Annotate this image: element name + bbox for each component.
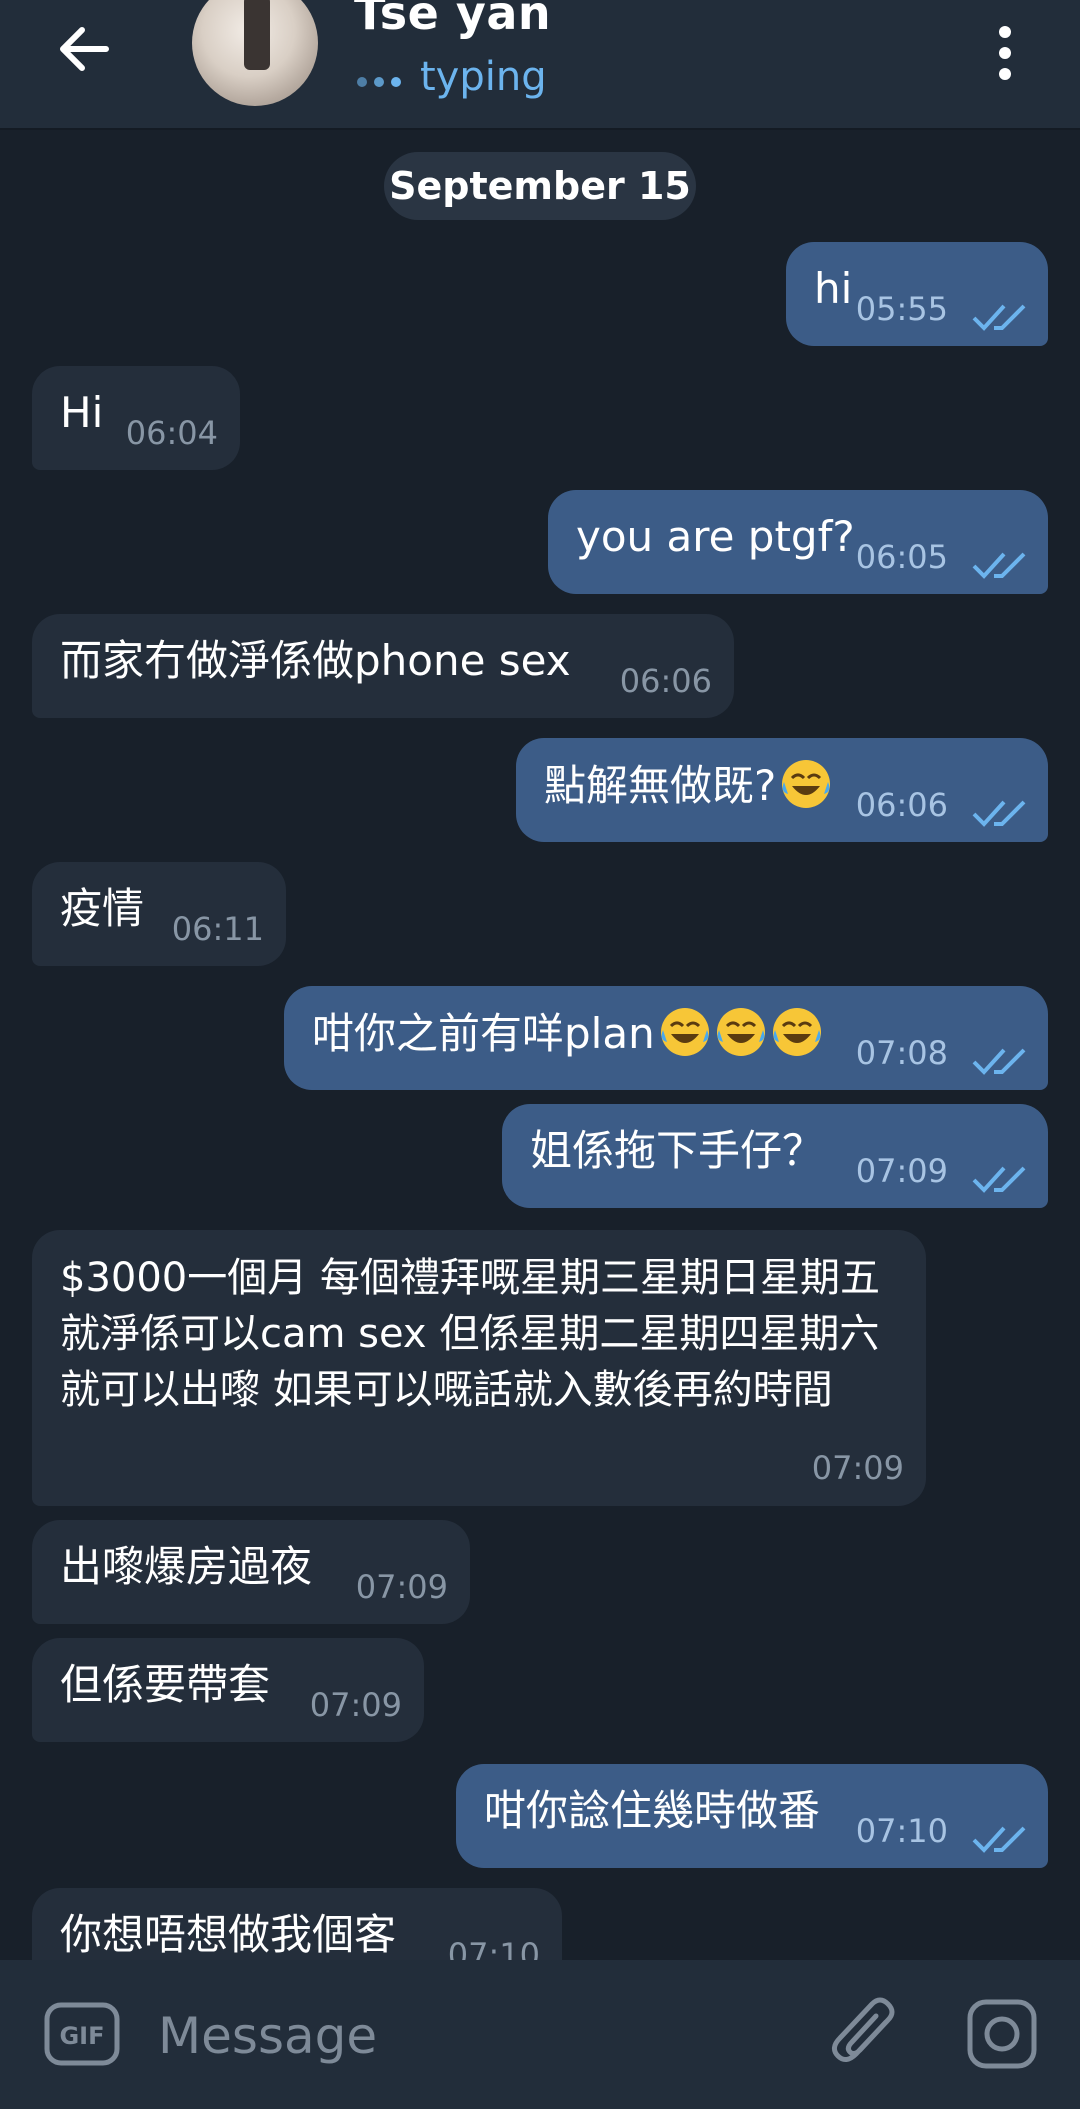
message-time: 06:11 (171, 910, 264, 948)
typing-status: typing (420, 54, 547, 100)
message-text: 咁你之前有咩plan (312, 1009, 655, 1058)
message-text: 姐係拖下手仔？ (530, 1126, 825, 1175)
message-input[interactable] (156, 1998, 780, 2074)
message-bubble-incoming[interactable]: 但係要帶套 07:09 (32, 1638, 424, 1742)
message-bubble-outgoing[interactable]: hi 05:55 (786, 242, 1048, 346)
gif-label: GIF (59, 2022, 104, 2050)
message-bubble-incoming[interactable]: 疫情 06:11 (32, 862, 286, 966)
message-time: 07:09 (811, 1449, 904, 1487)
date-separator: September 15 (384, 152, 696, 220)
message-text: 疫情 (60, 884, 145, 933)
tears-of-joy-emoji (660, 1008, 709, 1056)
message-text: 但係要帶套 (60, 1660, 271, 1709)
message-time: 07:08 (855, 1034, 948, 1072)
attach-icon[interactable] (826, 1992, 906, 2076)
double-check-icon (972, 1048, 1026, 1075)
message-bubble-outgoing[interactable]: 姐係拖下手仔？ 07:09 (502, 1104, 1048, 1208)
back-arrow-icon[interactable] (50, 14, 120, 84)
message-text: 點解無做既? (544, 761, 777, 810)
message-text: hi (814, 264, 853, 313)
message-time: 06:06 (619, 662, 712, 700)
message-time: 05:55 (855, 290, 948, 328)
message-text: 而家冇做淨係做phone sex (60, 636, 571, 685)
chat-header: Tse yan typing (0, 0, 1080, 130)
camera-icon[interactable] (966, 1998, 1038, 2070)
message-bubble-outgoing[interactable]: 咁你諗住幾時做番 07:10 (456, 1764, 1048, 1868)
message-time: 07:09 (855, 1152, 948, 1190)
tears-of-joy-emoji (716, 1008, 765, 1056)
typing-dots-icon (357, 77, 401, 87)
message-input-bar: GIF (0, 1960, 1080, 2109)
message-bubble-incoming[interactable]: Hi 06:04 (32, 366, 240, 470)
tears-of-joy-emoji (782, 760, 831, 808)
message-text: 你想唔想做我個客 (60, 1910, 397, 1959)
message-time: 07:10 (855, 1812, 948, 1850)
message-bubble-outgoing[interactable]: 咁你之前有咩plan 07:08 (284, 986, 1048, 1090)
message-text: 咁你諗住幾時做番 (484, 1786, 821, 1835)
message-bubble-incoming[interactable]: $3000一個月 每個禮拜嘅星期三星期日星期五就淨係可以cam sex 但係星期… (32, 1230, 926, 1506)
message-time: 06:06 (855, 786, 948, 824)
contact-name[interactable]: Tse yan (354, 0, 551, 40)
message-bubble-incoming[interactable]: 出嚟爆房過夜 07:09 (32, 1520, 470, 1624)
double-check-icon (972, 800, 1026, 827)
gif-icon[interactable]: GIF (44, 2002, 120, 2066)
double-check-icon (972, 552, 1026, 579)
message-time: 07:09 (309, 1686, 402, 1724)
message-bubble-outgoing[interactable]: you are ptgf? 06:05 (548, 490, 1048, 594)
double-check-icon (972, 1826, 1026, 1853)
message-bubble-outgoing[interactable]: 點解無做既? 06:06 (516, 738, 1048, 842)
tears-of-joy-emoji (772, 1008, 821, 1056)
message-time: 06:05 (855, 538, 948, 576)
message-text: $3000一個月 每個禮拜嘅星期三星期日星期五就淨係可以cam sex 但係星期… (60, 1255, 880, 1413)
message-text: 出嚟爆房過夜 (60, 1542, 313, 1591)
double-check-icon (972, 1166, 1026, 1193)
message-text: you are ptgf? (576, 512, 855, 561)
more-vert-icon[interactable] (990, 18, 1020, 88)
message-bubble-incoming[interactable]: 而家冇做淨係做phone sex 06:06 (32, 614, 734, 718)
message-time: 06:04 (125, 414, 218, 452)
message-time: 07:09 (355, 1568, 448, 1606)
double-check-icon (972, 304, 1026, 331)
message-text: Hi (60, 388, 104, 437)
avatar[interactable] (192, 0, 318, 106)
